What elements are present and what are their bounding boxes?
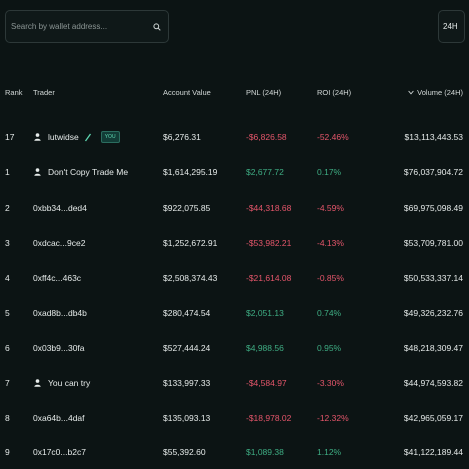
trader-name: 0xdcac...9ce2 xyxy=(33,238,86,248)
search-box[interactable] xyxy=(5,10,169,43)
pnl-cell: -$21,614.08 xyxy=(246,273,292,283)
account-value-cell: $6,276.31 xyxy=(163,132,201,142)
table-row[interactable]: 1 Don't Copy Trade Me $1,614,295.19 $2,6… xyxy=(0,166,469,196)
column-header-volume[interactable]: Volume (24H) xyxy=(408,88,463,97)
trader-cell[interactable]: 0xbb34...ded4 xyxy=(33,202,87,214)
column-header-roi[interactable]: ROI (24H) xyxy=(317,88,351,97)
pnl-cell: -$44,318.68 xyxy=(246,203,292,213)
table-row[interactable]: 17 lutwidse YOU $6,276.31 -$6,826.58 -52… xyxy=(0,131,469,161)
pnl-cell: -$6,826.58 xyxy=(246,132,287,142)
table-row[interactable]: 6 0x03b9...30fa $527,444.24 $4,988.56 0.… xyxy=(0,342,469,372)
table-row[interactable]: 5 0xad8b...db4b $280,474.54 $2,051.13 0.… xyxy=(0,307,469,337)
pnl-cell: $4,988.56 xyxy=(246,343,284,353)
trader-cell[interactable]: lutwidse YOU xyxy=(33,131,120,143)
roi-cell: 0.95% xyxy=(317,343,342,353)
trader-name: 0x17c0...b2c7 xyxy=(33,447,86,457)
rank-cell: 5 xyxy=(5,308,10,318)
column-header-trader[interactable]: Trader xyxy=(33,88,55,97)
table-row[interactable]: 4 0xff4c...463c $2,508,374.43 -$21,614.0… xyxy=(0,272,469,302)
trader-cell[interactable]: 0x17c0...b2c7 xyxy=(33,446,86,458)
trader-name: Don't Copy Trade Me xyxy=(48,167,129,177)
trader-cell[interactable]: 0xad8b...db4b xyxy=(33,307,87,319)
rank-cell: 6 xyxy=(5,343,10,353)
account-value-cell: $527,444.24 xyxy=(163,343,211,353)
roi-cell: -3.30% xyxy=(317,378,344,388)
trader-name: 0xad8b...db4b xyxy=(33,308,87,318)
pnl-cell: $2,677.72 xyxy=(246,167,284,177)
trader-cell[interactable]: Don't Copy Trade Me xyxy=(33,166,128,178)
roi-cell: 0.74% xyxy=(317,308,342,318)
account-value-cell: $280,474.54 xyxy=(163,308,211,318)
column-header-volume-label: Volume (24H) xyxy=(417,88,463,97)
volume-cell: $48,218,309.47 xyxy=(403,343,463,353)
trader-cell[interactable]: 0xff4c...463c xyxy=(33,272,81,284)
roi-cell: 0.17% xyxy=(317,167,342,177)
pnl-cell: $1,089.38 xyxy=(246,447,284,457)
roi-cell: -4.13% xyxy=(317,238,344,248)
column-header-account-value[interactable]: Account Value xyxy=(163,88,211,97)
you-badge: YOU xyxy=(100,131,120,143)
rank-cell: 4 xyxy=(5,273,10,283)
table-row[interactable]: 9 0x17c0...b2c7 $55,392.60 $1,089.38 1.1… xyxy=(0,446,469,469)
roi-cell: -12.32% xyxy=(317,413,349,423)
pnl-cell: -$53,982.21 xyxy=(246,238,292,248)
rank-cell: 1 xyxy=(5,167,10,177)
search-icon[interactable] xyxy=(152,22,161,31)
user-icon xyxy=(33,133,41,142)
rank-cell: 8 xyxy=(5,413,10,423)
trader-name: 0x03b9...30fa xyxy=(33,343,85,353)
trader-name: You can try xyxy=(48,378,91,388)
pnl-cell: -$4,584.97 xyxy=(246,378,287,388)
trader-cell[interactable]: 0x03b9...30fa xyxy=(33,342,85,354)
pnl-cell: $2,051.13 xyxy=(246,308,284,318)
volume-cell: $42,965,059.17 xyxy=(403,413,463,423)
account-value-cell: $55,392.60 xyxy=(163,447,206,457)
user-icon xyxy=(33,379,41,388)
roi-cell: -52.46% xyxy=(317,132,349,142)
trader-cell[interactable]: You can try xyxy=(33,377,90,389)
account-value-cell: $133,997.33 xyxy=(163,378,211,388)
rank-cell: 3 xyxy=(5,238,10,248)
column-header-rank[interactable]: Rank xyxy=(5,88,23,97)
table-row[interactable]: 3 0xdcac...9ce2 $1,252,672.91 -$53,982.2… xyxy=(0,237,469,267)
chevron-down-icon xyxy=(408,88,414,97)
pencil-icon[interactable] xyxy=(84,133,93,142)
pnl-cell: -$18,978.02 xyxy=(246,413,292,423)
volume-cell: $49,326,232.76 xyxy=(403,308,463,318)
rank-cell: 9 xyxy=(5,447,10,457)
roi-cell: -0.85% xyxy=(317,273,344,283)
rank-cell: 7 xyxy=(5,378,10,388)
trader-name: lutwidse xyxy=(48,132,79,142)
volume-cell: $69,975,098.49 xyxy=(403,203,463,213)
account-value-cell: $135,093.13 xyxy=(163,413,211,423)
period-selector[interactable]: 24H xyxy=(438,10,465,43)
column-header-pnl[interactable]: PNL (24H) xyxy=(246,88,281,97)
table-row[interactable]: 8 0xa64b...4daf $135,093.13 -$18,978.02 … xyxy=(0,412,469,442)
search-input[interactable] xyxy=(11,22,152,31)
volume-cell: $41,122,189.44 xyxy=(403,447,463,457)
period-value: 24H xyxy=(443,22,458,31)
rank-cell: 17 xyxy=(5,132,15,142)
roi-cell: 1.12% xyxy=(317,447,342,457)
table-row[interactable]: 7 You can try $133,997.33 -$4,584.97 -3.… xyxy=(0,377,469,407)
volume-cell: $44,974,593.82 xyxy=(403,378,463,388)
roi-cell: -4.59% xyxy=(317,203,344,213)
rank-cell: 2 xyxy=(5,203,10,213)
trader-name: 0xa64b...4daf xyxy=(33,413,85,423)
trader-name: 0xff4c...463c xyxy=(33,273,82,283)
volume-cell: $50,533,337.14 xyxy=(403,273,463,283)
leaderboard-page: 24H Rank Trader Account Value PNL (24H) … xyxy=(0,0,469,469)
table-row[interactable]: 2 0xbb34...ded4 $922,075.85 -$44,318.68 … xyxy=(0,202,469,232)
account-value-cell: $1,252,672.91 xyxy=(163,238,218,248)
account-value-cell: $1,614,295.19 xyxy=(163,167,218,177)
volume-cell: $13,113,443.53 xyxy=(404,132,463,142)
user-icon xyxy=(33,168,41,177)
trader-name: 0xbb34...ded4 xyxy=(33,203,87,213)
account-value-cell: $922,075.85 xyxy=(163,203,211,213)
volume-cell: $53,709,781.00 xyxy=(403,238,463,248)
account-value-cell: $2,508,374.43 xyxy=(163,273,218,283)
trader-cell[interactable]: 0xdcac...9ce2 xyxy=(33,237,85,249)
volume-cell: $76,037,904.72 xyxy=(403,167,463,177)
trader-cell[interactable]: 0xa64b...4daf xyxy=(33,412,85,424)
